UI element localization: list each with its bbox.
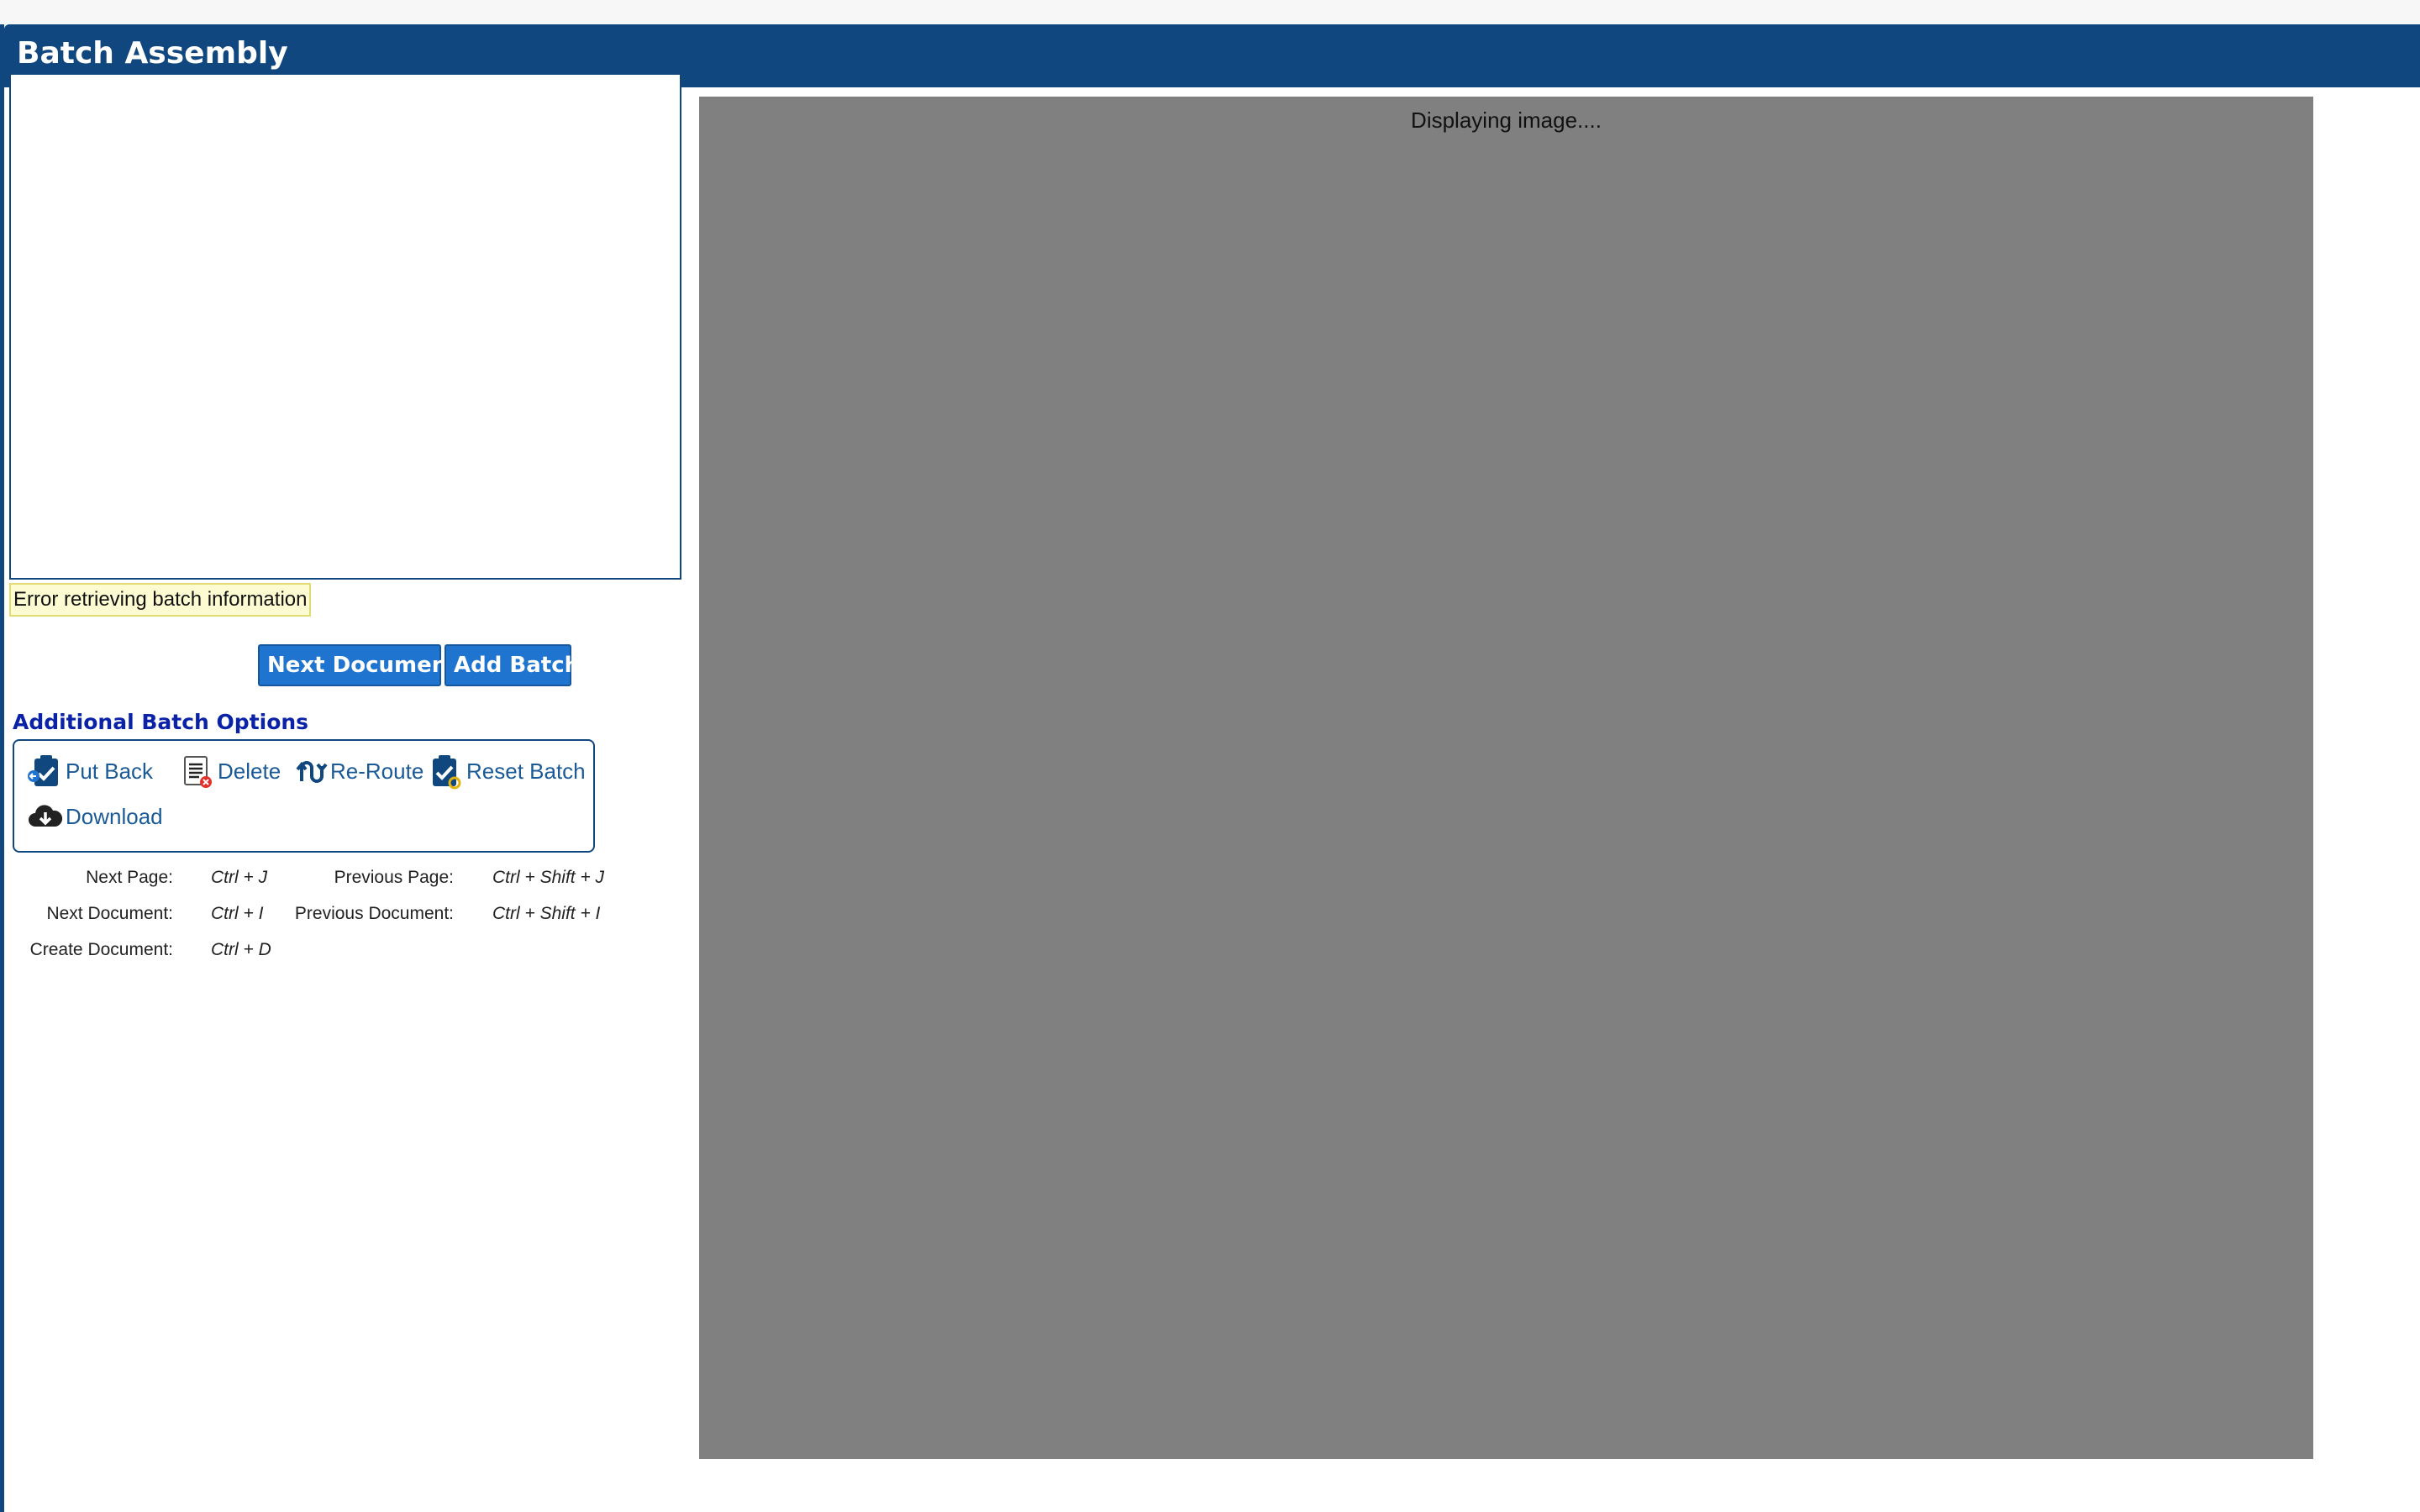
shortcut-keys: Ctrl + Shift + J bbox=[492, 868, 605, 887]
shortcut-label: Create Document: bbox=[29, 940, 173, 959]
reroute-arrows-icon bbox=[296, 761, 328, 783]
keyboard-shortcuts: Next Page: Ctrl + J Previous Page: Ctrl … bbox=[0, 865, 655, 974]
put-back-label: Put Back bbox=[66, 759, 154, 784]
put-back-option[interactable]: Put Back bbox=[27, 753, 153, 790]
clipboard-check-back-icon bbox=[28, 755, 58, 786]
image-viewer[interactable]: Displaying image.... bbox=[699, 97, 2313, 1459]
download-option[interactable]: Download bbox=[27, 798, 163, 835]
shortcut-keys: Ctrl + D bbox=[211, 940, 271, 959]
next-document-button[interactable]: Next Document bbox=[258, 644, 458, 686]
shortcut-keys: Ctrl + I bbox=[211, 904, 264, 923]
shortcut-label: Next Document: bbox=[46, 904, 173, 923]
re-route-option[interactable]: Re-Route bbox=[292, 753, 424, 790]
viewer-status-text: Displaying image.... bbox=[1411, 108, 1602, 133]
batch-tree-panel[interactable] bbox=[9, 73, 681, 580]
shortcut-keys: Ctrl + Shift + I bbox=[492, 904, 601, 923]
document-delete-icon bbox=[184, 756, 212, 788]
shortcut-label: Previous Page: bbox=[334, 868, 454, 887]
shortcut-keys: Ctrl + J bbox=[211, 868, 268, 887]
shortcut-label: Next Page: bbox=[86, 868, 173, 887]
cloud-download-icon bbox=[29, 805, 63, 827]
batch-options-panel: Put Back Delete Re-Route Reset Batch Dow… bbox=[13, 739, 595, 853]
reset-batch-label: Reset Batch bbox=[466, 759, 586, 784]
batch-error-message: Error retrieving batch information bbox=[9, 583, 312, 617]
reset-batch-option[interactable]: Reset Batch bbox=[428, 753, 586, 790]
shortcut-label: Previous Document: bbox=[294, 904, 454, 923]
re-route-label: Re-Route bbox=[330, 759, 424, 784]
download-label: Download bbox=[66, 804, 163, 829]
clipboard-reset-icon bbox=[433, 755, 461, 790]
add-batch-button[interactable]: Add Batch bbox=[445, 644, 580, 686]
window-title: Batch Assembly bbox=[17, 36, 288, 71]
delete-label: Delete bbox=[218, 759, 281, 784]
additional-options-heading: Additional Batch Options bbox=[13, 710, 309, 734]
delete-option[interactable]: Delete bbox=[179, 753, 281, 790]
